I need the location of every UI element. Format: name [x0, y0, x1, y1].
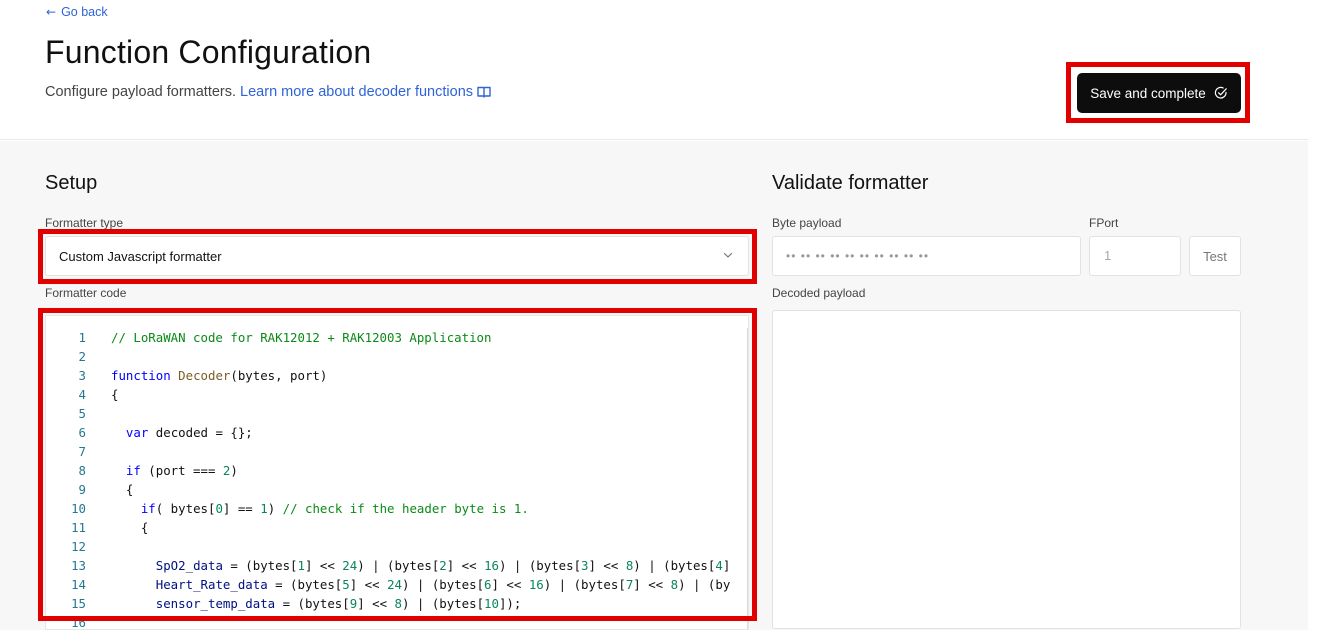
book-open-icon [477, 86, 491, 98]
formatter-code-label: Formatter code [45, 286, 127, 300]
fport-label: FPort [1089, 216, 1119, 230]
save-button-highlight [1066, 62, 1250, 123]
arrow-left-icon: ← [46, 5, 57, 19]
decoded-payload-output [772, 310, 1241, 629]
formatter-type-highlight [38, 229, 757, 284]
setup-heading: Setup [45, 172, 98, 194]
validate-heading: Validate formatter [772, 172, 929, 194]
byte-payload-label: Byte payload [772, 216, 842, 230]
learn-more-label: Learn more about decoder functions [240, 84, 474, 100]
decoded-payload-label: Decoded payload [772, 286, 866, 300]
page-subtitle: Configure payload formatters. Learn more… [45, 84, 491, 100]
test-button[interactable]: Test [1189, 236, 1241, 276]
page-title: Function Configuration [45, 34, 372, 70]
code-editor-highlight [38, 308, 757, 621]
formatter-type-label: Formatter type [45, 216, 124, 230]
learn-more-link[interactable]: Learn more about decoder functions [240, 84, 491, 100]
go-back-link[interactable]: ← Go back [46, 5, 108, 19]
fport-input[interactable]: 1 [1089, 236, 1181, 276]
go-back-label: Go back [61, 5, 108, 19]
subtitle-text: Configure payload formatters. [45, 84, 237, 100]
byte-payload-input[interactable]: •• •• •• •• •• •• •• •• •• •• [772, 236, 1081, 276]
